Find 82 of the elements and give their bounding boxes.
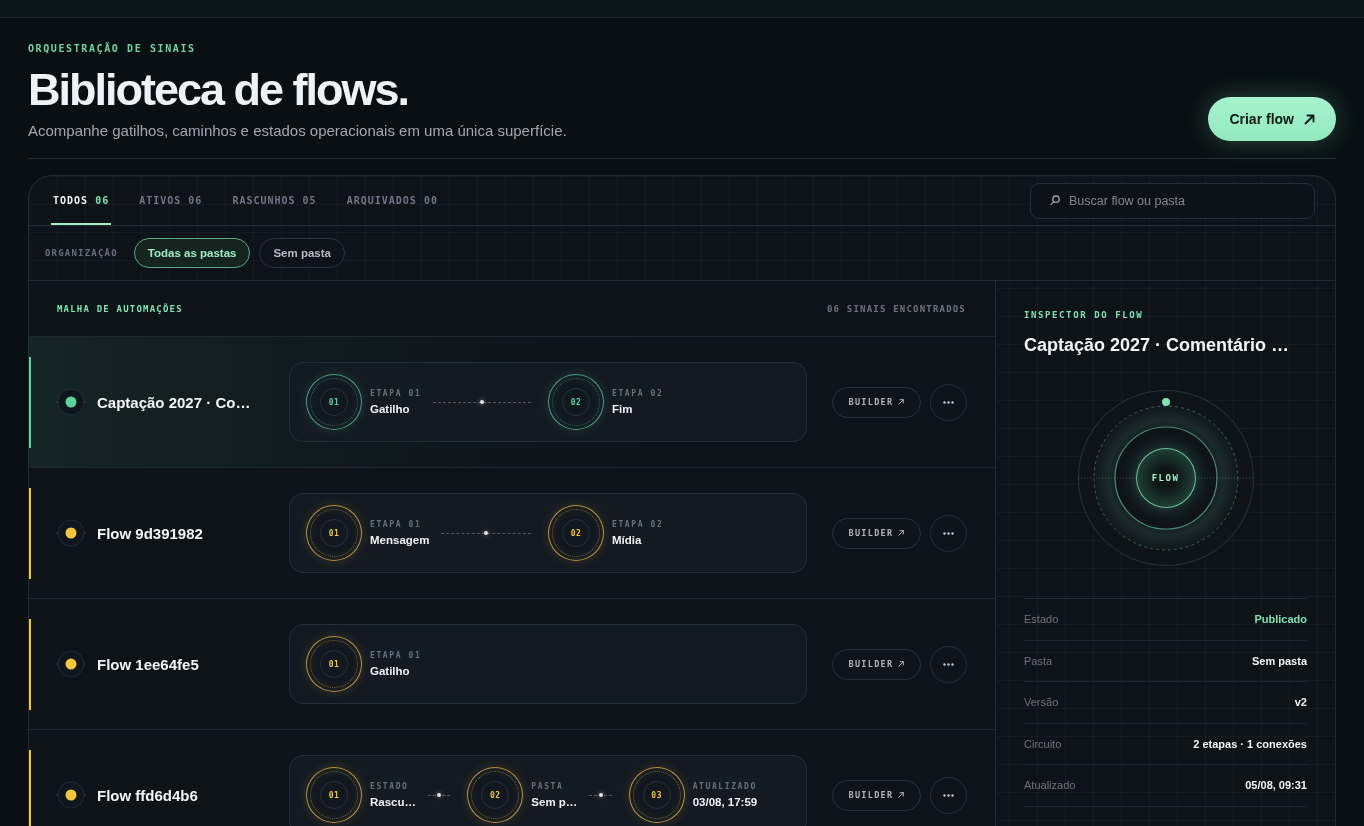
- step-value: Rascu…: [370, 796, 417, 808]
- status-dot-icon: [56, 780, 86, 810]
- step-value: 03/08, 17:59: [692, 796, 758, 808]
- detail-value: Sem pasta: [1251, 654, 1307, 667]
- step-label: ETAPA 01: [370, 389, 422, 398]
- step-label: PASTA: [531, 782, 565, 791]
- inspector-title: Captação 2027 · Comentário …: [1024, 334, 1291, 356]
- search-field[interactable]: Buscar flow ou pasta: [1030, 182, 1315, 219]
- step-value: Gatilho: [370, 403, 411, 415]
- filter-tab[interactable]: RASCUNHOS 05: [230, 176, 319, 225]
- search-icon: [1050, 194, 1060, 206]
- arrow-icon: [898, 792, 905, 798]
- flow-name: Flow ffd6d4b6: [97, 786, 199, 804]
- status-dot-icon: [56, 518, 86, 548]
- builder-button[interactable]: BUILDER: [832, 648, 921, 680]
- step-label: ETAPA 01: [370, 520, 423, 529]
- create-flow-button[interactable]: Criar flow: [1208, 97, 1336, 141]
- detail-label: Atualizado: [1024, 779, 1076, 792]
- connector-line: [589, 794, 612, 796]
- step-node: 03: [628, 767, 685, 823]
- step-node: 02: [548, 505, 604, 561]
- result-count: 06 SINAIS ENCONTRADOS: [827, 303, 966, 314]
- arrow-icon: [1304, 113, 1315, 125]
- step-label: ETAPA 02: [612, 520, 664, 529]
- builder-button[interactable]: BUILDER: [832, 779, 921, 811]
- builder-button[interactable]: BUILDER: [832, 517, 921, 549]
- step-node: 02: [548, 374, 604, 430]
- step-node: 02: [467, 767, 524, 823]
- step-label: ETAPA 02: [612, 389, 664, 398]
- detail-value: v2: [1294, 696, 1307, 709]
- detail-value: Publicado: [1254, 613, 1307, 626]
- flow-name: Captação 2027 · Co…: [97, 393, 252, 411]
- more-button[interactable]: [930, 645, 967, 683]
- connector-line: [428, 794, 451, 796]
- page-title: Biblioteca de flows.: [28, 64, 410, 116]
- filter-tab[interactable]: ARQUIVADOS 00: [344, 176, 440, 225]
- folder-chip[interactable]: Sem pasta: [259, 238, 345, 268]
- step-value: Mídia: [612, 534, 643, 546]
- eyebrow-label: ORQUESTRAÇÃO DE SINAIS: [28, 43, 197, 55]
- ellipsis-icon: [943, 531, 954, 535]
- status-dot-icon: [56, 649, 86, 679]
- ellipsis-icon: [943, 662, 954, 666]
- step-node: 01: [306, 636, 362, 692]
- step-node: 01: [306, 505, 362, 561]
- step-value: Gatilho: [370, 665, 411, 677]
- more-button[interactable]: [930, 776, 967, 814]
- arrow-icon: [898, 530, 905, 536]
- inspector-eyebrow: INSPECTOR DO FLOW: [1024, 309, 1145, 321]
- step-value: Mensagem: [370, 534, 430, 546]
- flow-name: Flow 9d391982: [97, 524, 204, 542]
- detail-label: Versão: [1024, 696, 1059, 709]
- more-button[interactable]: [930, 514, 967, 552]
- flow-row[interactable]: Flow ffd6d4b6 01 ESTADO Rascu… 02 PASTA Sem p… 03 ATUALIZADO 03/08, 17:59 BUILDER: [29, 730, 995, 826]
- step-value: Sem p…: [531, 796, 578, 808]
- list-title: MALHA DE AUTOMAÇÕES: [57, 303, 183, 314]
- builder-button[interactable]: BUILDER: [832, 386, 921, 418]
- step-node: 01: [306, 374, 362, 430]
- detail-label: Estado: [1024, 613, 1059, 626]
- detail-value: 2 etapas · 1 conexões: [1193, 737, 1307, 750]
- step-label: ESTADO: [370, 782, 410, 791]
- more-button[interactable]: [930, 383, 967, 421]
- filter-tab[interactable]: ATIVOS 06: [137, 176, 205, 225]
- arrow-icon: [898, 661, 905, 667]
- folder-chip[interactable]: Todas as pastas: [133, 238, 251, 268]
- status-dot-icon: [56, 387, 86, 417]
- filter-label: ORGANIZAÇÃO: [45, 248, 118, 258]
- page-subtitle: Acompanhe gatilhos, caminhos e estados operacionais em uma única superfície.: [28, 121, 567, 141]
- flow-name: Flow 1ee64fe5: [97, 655, 200, 673]
- filter-tab[interactable]: TODOS 06: [51, 176, 112, 225]
- arrow-icon: [898, 399, 905, 405]
- ellipsis-icon: [943, 400, 954, 404]
- detail-value: 05/08, 09:31: [1245, 779, 1307, 792]
- flow-row[interactable]: Captação 2027 · Co… 01 ETAPA 01 Gatilho 02 ETAPA 02 Fim BUILDER: [29, 337, 995, 468]
- step-value: Fim: [612, 403, 634, 415]
- step-label: ETAPA 01: [370, 651, 422, 660]
- step-node: 01: [306, 767, 362, 823]
- detail-label: Circuito: [1024, 737, 1062, 750]
- flow-row[interactable]: Flow 1ee64fe5 01 ETAPA 01 Gatilho BUILDER: [29, 599, 995, 730]
- step-label: ATUALIZADO: [692, 782, 758, 791]
- ellipsis-icon: [943, 793, 954, 797]
- detail-label: Pasta: [1024, 654, 1053, 667]
- flow-row[interactable]: Flow 9d391982 01 ETAPA 01 Mensagem 02 ETAPA 02 Mídia BUILDER: [29, 468, 995, 599]
